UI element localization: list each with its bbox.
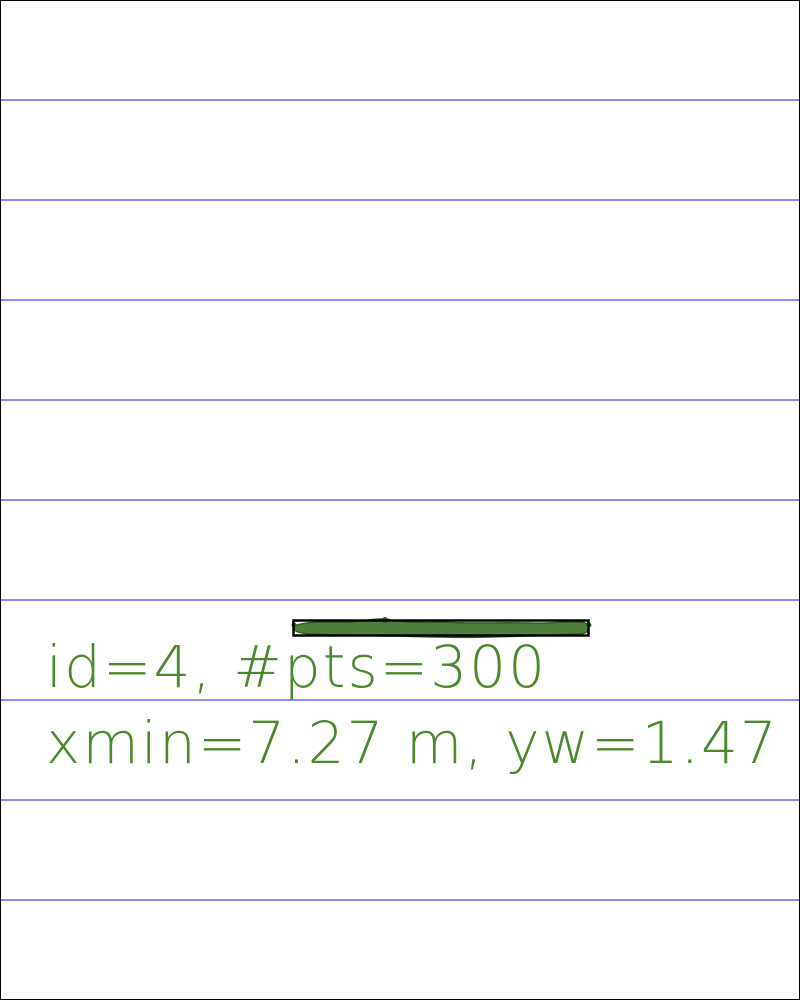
object-position-label: xmin=7.27 m, yw=1.47 xyxy=(46,709,779,777)
plot-canvas: id=4, #pts=300 xmin=7.27 m, yw=1.47 xyxy=(0,0,800,1000)
object-id-label: id=4, #pts=300 xyxy=(46,633,547,701)
